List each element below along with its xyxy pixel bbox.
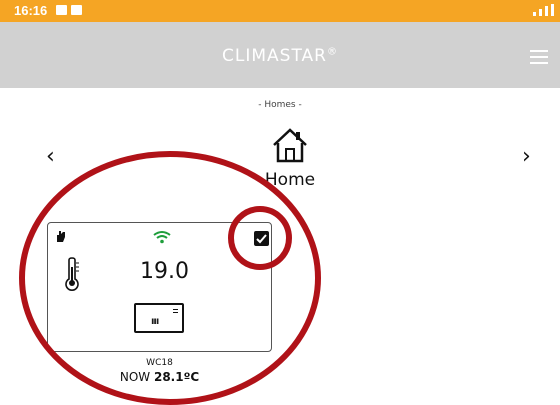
temperature-value: 19.0 <box>140 259 189 284</box>
heater-icon: ııı <box>134 303 184 333</box>
wifi-icon <box>153 231 171 244</box>
image-icon <box>56 5 67 15</box>
menu-icon[interactable] <box>530 50 548 64</box>
mail-icon <box>71 5 82 15</box>
home-name[interactable]: Home <box>250 170 330 190</box>
signal-icon <box>533 4 554 16</box>
status-time: 16:16 <box>14 3 48 18</box>
current-temperature: NOW 28.1ºC <box>119 370 200 384</box>
brand-logo: CLIMASTAR® <box>222 46 338 66</box>
thermometer-icon <box>65 257 79 291</box>
app-header: CLIMASTAR® <box>0 22 560 88</box>
hand-icon <box>57 231 65 242</box>
next-home-button[interactable]: › <box>522 144 531 169</box>
device-name: WC18 <box>146 358 173 368</box>
homes-label: - Homes - <box>258 100 302 110</box>
house-icon[interactable] <box>270 125 310 165</box>
status-bar: 16:16 <box>0 0 560 22</box>
device-card[interactable]: 19.0 ııı <box>47 222 272 352</box>
previous-home-button[interactable]: ‹ <box>46 144 55 169</box>
checkbox-icon[interactable] <box>254 231 269 246</box>
